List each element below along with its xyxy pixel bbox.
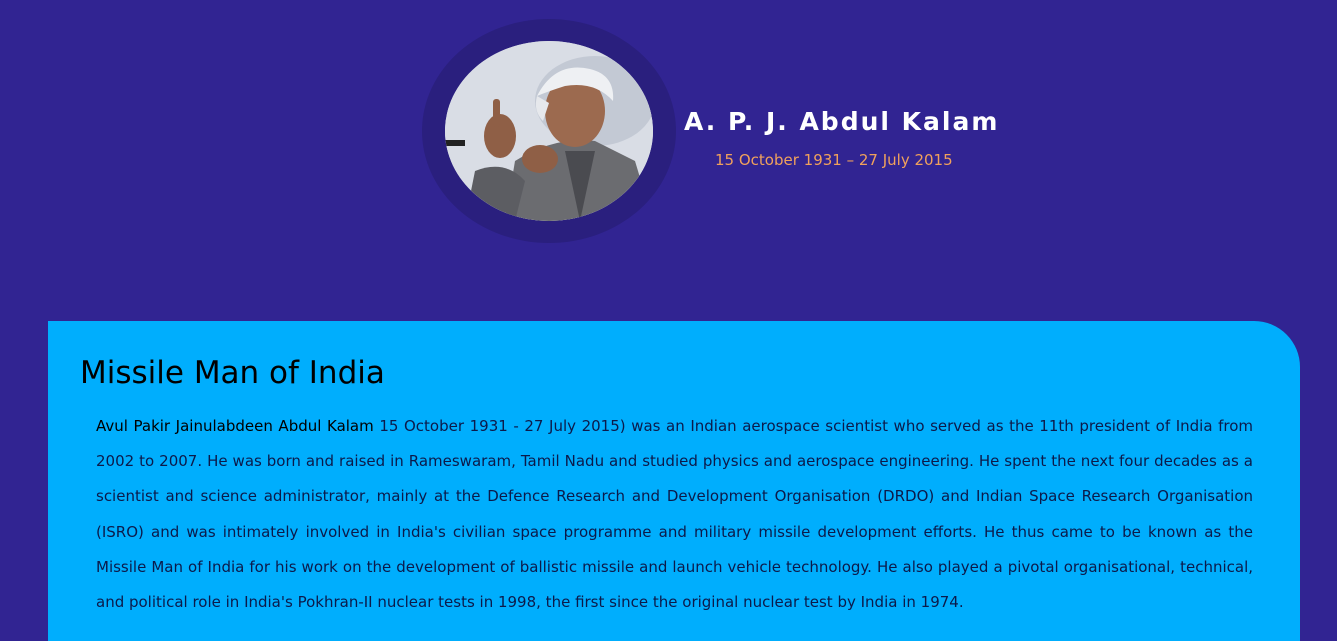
portrait-photo (445, 41, 653, 221)
profile-header: A. P. J. Abdul Kalam 15 October 1931 – 2… (0, 0, 1337, 300)
life-dates: 15 October 1931 – 27 July 2015 (715, 151, 953, 169)
bio-card: Missile Man of India Avul Pakir Jainulab… (48, 321, 1300, 641)
bio-text: 15 October 1931 - 27 July 2015) was an I… (96, 417, 1253, 612)
bio-paragraph: Avul Pakir Jainulabdeen Abdul Kalam 15 O… (96, 409, 1253, 620)
bio-full-name: Avul Pakir Jainulabdeen Abdul Kalam (96, 417, 374, 435)
profile-name: A. P. J. Abdul Kalam (684, 106, 1000, 136)
section-title: Missile Man of India (80, 355, 385, 391)
avatar (445, 41, 653, 221)
